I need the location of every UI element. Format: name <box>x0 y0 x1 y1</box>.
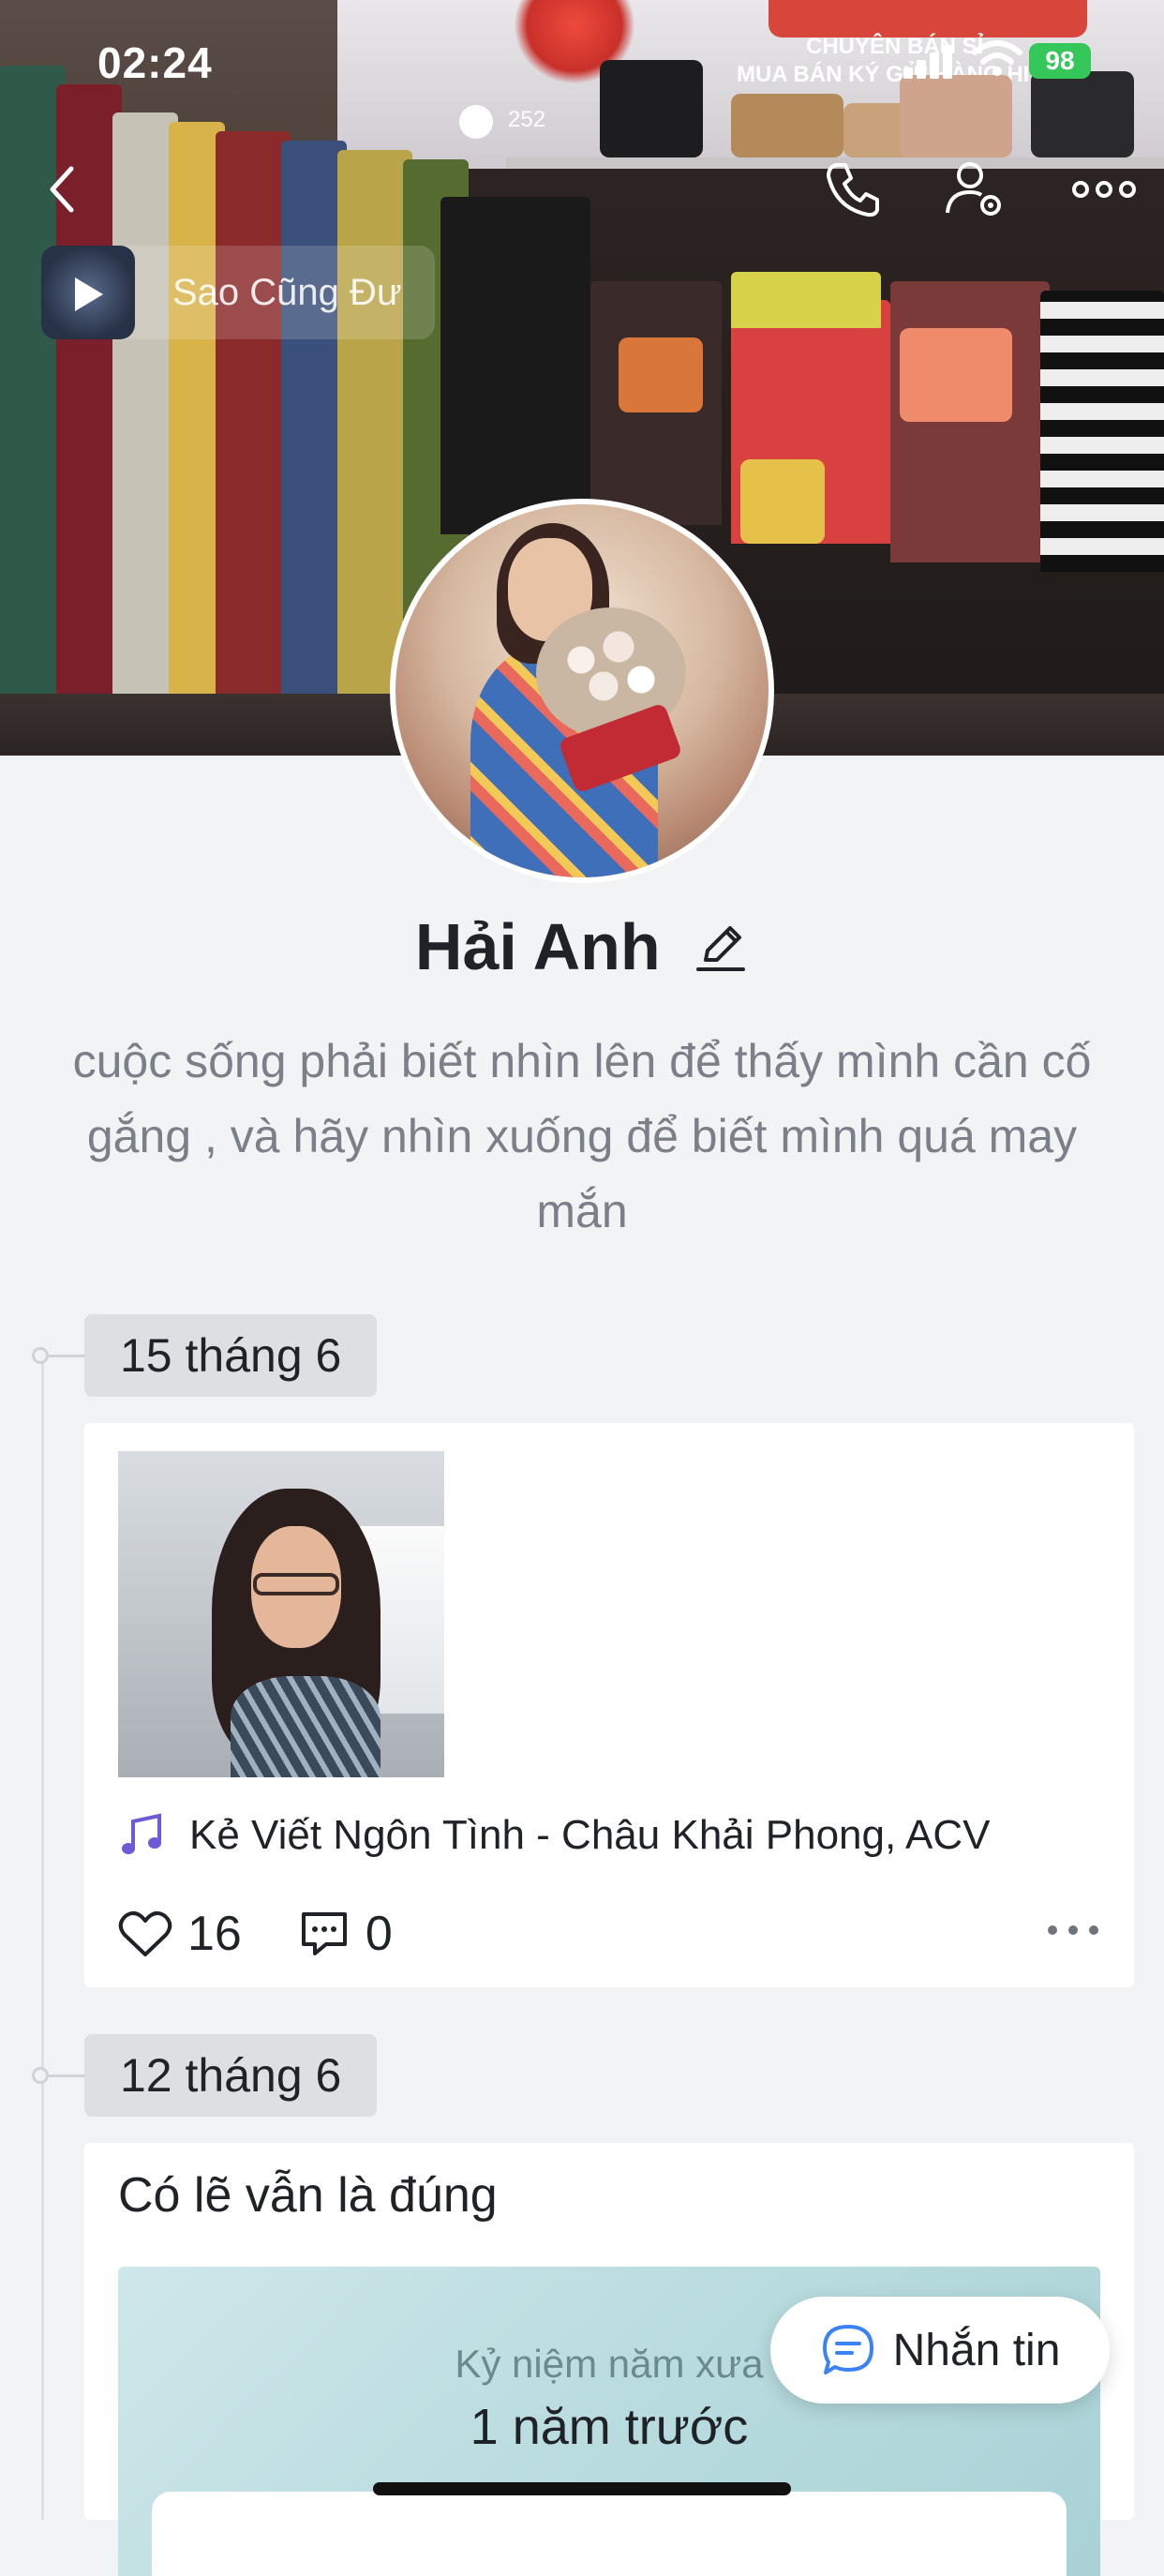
more-horizontal-icon <box>1072 181 1136 198</box>
cloth <box>731 272 881 328</box>
message-button-label: Nhắn tin <box>892 2325 1061 2375</box>
music-title: Sao Cũng Đư <box>172 272 402 313</box>
message-button[interactable]: Nhắn tin <box>770 2297 1110 2404</box>
post-actions: 16 0 <box>118 1901 1100 1967</box>
timeline-dot <box>32 1347 49 1364</box>
profile-bio: cuộc sống phải biết nhìn lên để thấy mìn… <box>72 1035 1092 1237</box>
bag <box>619 337 703 412</box>
profile-settings-button[interactable] <box>937 152 1012 227</box>
memory-title: 1 năm trước <box>470 2399 749 2455</box>
music-cover <box>41 246 135 339</box>
timeline-post[interactable]: Kẻ Viết Ngôn Tình - Châu Khải Phong, ACV… <box>84 1423 1134 1987</box>
back-button[interactable] <box>24 152 99 227</box>
comment-count: 0 <box>365 1907 393 1961</box>
comment-button[interactable]: 0 <box>298 1906 393 1962</box>
cloth <box>440 197 590 534</box>
bag <box>740 459 825 544</box>
song-title: Kẻ Viết Ngôn Tình - Châu Khải Phong, ACV <box>189 1812 991 1858</box>
memory-content <box>152 2492 1067 2576</box>
wifi-icon <box>972 40 1022 76</box>
cloth <box>890 281 1050 562</box>
profile-name-row: Hải Anh <box>0 909 1164 984</box>
comment-icon <box>301 1912 347 1955</box>
timeline-line <box>41 1355 44 2520</box>
phone-icon <box>827 163 879 217</box>
heart-icon <box>118 1910 172 1956</box>
profile-music[interactable]: Sao Cũng Đư <box>41 246 435 339</box>
more-button[interactable] <box>1067 152 1142 227</box>
call-button[interactable] <box>815 152 890 227</box>
like-button[interactable]: 16 <box>118 1906 242 1962</box>
chevron-left-icon <box>50 166 74 213</box>
profile-name: Hải Anh <box>414 910 661 983</box>
post-photo[interactable] <box>118 1451 444 1777</box>
status-bar: 02:24 98 <box>0 0 1164 122</box>
signal-icon <box>903 41 960 79</box>
timeline-dot <box>32 2067 49 2084</box>
bag <box>900 328 1012 422</box>
like-count: 16 <box>187 1907 242 1961</box>
status-time: 02:24 <box>97 38 213 87</box>
music-note-icon <box>122 1813 161 1854</box>
post-text: Có lẽ vẫn là đúng <box>118 2168 498 2223</box>
date-tag: 12 tháng 6 <box>84 2034 378 2117</box>
battery-indicator: 98 <box>1029 43 1091 79</box>
avatar[interactable] <box>390 499 774 883</box>
post-song[interactable]: Kẻ Viết Ngôn Tình - Châu Khải Phong, ACV <box>118 1807 990 1864</box>
edit-name-icon[interactable] <box>693 919 749 975</box>
chat-icon <box>822 2325 873 2374</box>
home-indicator <box>373 2482 791 2495</box>
user-settings-icon <box>946 162 1001 216</box>
date-tag: 15 tháng 6 <box>84 1314 378 1397</box>
play-icon <box>75 277 103 311</box>
cloth <box>216 131 291 712</box>
cloth <box>1040 291 1164 572</box>
post-more-icon[interactable] <box>1048 1920 1100 1939</box>
